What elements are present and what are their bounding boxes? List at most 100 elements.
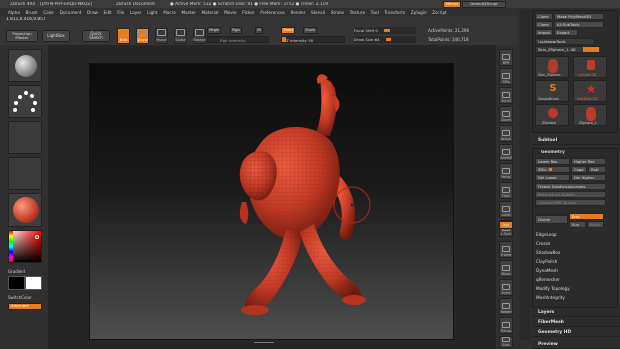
focal-shift-handle[interactable] [384, 29, 390, 32]
draw-button[interactable]: Draw [136, 28, 149, 44]
main-color-swatch[interactable] [8, 276, 25, 290]
menu-light[interactable]: Light [147, 10, 157, 15]
move-button[interactable]: Move [155, 28, 168, 44]
m-button[interactable]: M [255, 27, 263, 34]
menu-draw[interactable]: Draw [87, 10, 98, 15]
tool-panel-scroll[interactable] [520, 10, 530, 340]
lower-res-button[interactable]: Lower Res [535, 158, 570, 165]
geometry-section-shadowbox[interactable]: ShadowBox [536, 250, 560, 255]
freeze-subdivision-button[interactable]: Freeze SubdivisionLevels [535, 183, 606, 190]
rgb-intensity-slider[interactable]: Rgb Intensity [207, 36, 269, 43]
z-intensity-slider[interactable]: Z Intensity 18 [281, 36, 345, 43]
geometry-section-modify-topology[interactable]: Modify Topology [536, 286, 570, 291]
menu-edit[interactable]: Edit [104, 10, 112, 15]
shelf-zoom[interactable]: Zoom [499, 106, 513, 123]
shelf-bpr[interactable]: BPR [499, 49, 513, 66]
secondary-color-swatch[interactable] [25, 276, 42, 290]
alpha-slot[interactable] [8, 121, 42, 154]
import-button[interactable]: Import [535, 29, 553, 36]
shelf-aahalf[interactable]: AAHalf [499, 144, 513, 161]
preview-section[interactable]: Preview [532, 340, 620, 349]
shelf-scroll[interactable]: Scroll [499, 87, 513, 104]
projection-master-button[interactable]: Projection Master [6, 30, 38, 42]
tool-thumb-simplebrush[interactable]: S SimpleBrush [535, 80, 569, 102]
menu-stroke[interactable]: Stroke [331, 10, 344, 15]
clone-button[interactable]: Clone [535, 13, 553, 20]
mrgb-button[interactable]: Mrgb [207, 27, 221, 34]
rgb-button[interactable]: Rgb [230, 27, 242, 34]
edit-button[interactable]: Edit [117, 28, 130, 44]
menu-macro[interactable]: Macro [163, 10, 176, 15]
menu-marker[interactable]: Marker [181, 10, 195, 15]
menu-zscript[interactable]: Zscript [432, 10, 447, 15]
sculpt-model[interactable] [90, 64, 455, 341]
del-lower-button[interactable]: Del Lower [535, 174, 570, 181]
shelf-persp[interactable]: Persp [499, 163, 513, 180]
sdiv-slider[interactable]: SDiv 1 [535, 166, 570, 173]
shelf-frame[interactable]: Frame [499, 241, 513, 258]
geometry-header[interactable]: Geometry [541, 150, 565, 155]
menu-layer[interactable]: Layer [130, 10, 142, 15]
menu-stencil[interactable]: Stencil [311, 10, 325, 15]
menu-color[interactable]: Color [43, 10, 54, 15]
focal-shift-slider[interactable]: Focal Shift 0 [354, 27, 416, 34]
quick-sketch-button[interactable]: Quick Sketch [82, 30, 110, 42]
tool-thumb-skin-zsphere[interactable]: Skin_ZSphere [535, 56, 569, 78]
tool-thumb-zsphere[interactable]: ZSphere [535, 104, 569, 126]
stroke-slot[interactable] [8, 85, 42, 118]
menu-preferences[interactable]: Preferences [260, 10, 285, 15]
divide-button[interactable]: Divide [535, 215, 568, 224]
rstr-button[interactable]: Rstr [588, 166, 606, 173]
export-button[interactable]: Export [554, 29, 578, 36]
clone-subtools-button[interactable]: Clone [535, 21, 553, 28]
menu-zplugin[interactable]: Zplugin [411, 10, 427, 15]
lightbox-tools-button[interactable]: Lightbox▸Tools [535, 38, 595, 45]
alternate-button[interactable]: Alternate [8, 303, 42, 310]
shelf-floor[interactable]: Floor [499, 182, 513, 199]
gradient-label[interactable]: Gradient [8, 269, 25, 274]
shelf-move[interactable]: Move [499, 260, 513, 277]
reuv-button[interactable]: ReUV [587, 221, 604, 228]
fibermesh-section[interactable]: FiberMesh [532, 319, 620, 327]
rotate-button[interactable]: Rotate [193, 28, 206, 44]
geometry-section-qremesher[interactable]: qRemesher [536, 277, 560, 282]
zsub-button[interactable]: Zsub [303, 27, 317, 34]
geometry-section-dynamesh[interactable]: DynaMesh [536, 268, 558, 273]
convert-bpr-button[interactable]: Convert BPR To Geo [535, 199, 606, 206]
menu-brush[interactable]: Brush [26, 10, 38, 15]
canvas-bottom-arrows[interactable] [254, 342, 274, 346]
all-subtools-button[interactable]: All SubTools [554, 21, 604, 28]
menu-material[interactable]: Material [202, 10, 219, 15]
sdiv-slider-handle[interactable] [549, 168, 552, 171]
del-higher-button[interactable]: Del Higher [571, 174, 606, 181]
geometry-section-edgeloop[interactable]: EdgeLoop [536, 232, 557, 237]
switch-color-label[interactable]: SwitchColor [8, 295, 32, 300]
hue-strip[interactable] [9, 231, 13, 262]
higher-res-button[interactable]: Higher Res [571, 158, 606, 165]
shelf-transp[interactable]: Transp [499, 317, 513, 334]
menu-document[interactable]: Document [60, 10, 82, 15]
make-polymesh3d-button[interactable]: Make PolyMesh3D [554, 13, 604, 20]
menu-movie[interactable]: Movie [224, 10, 236, 15]
default-zscript-button[interactable]: DefaultZScript [462, 0, 506, 8]
zadd-button[interactable]: Zadd [281, 27, 295, 34]
suv-button[interactable]: Suv [569, 221, 586, 228]
shelf-actual[interactable]: Actual [499, 125, 513, 142]
color-picker-cursor[interactable] [35, 235, 39, 239]
tool-thumb-zsphere-1[interactable]: ZSphere_1 [573, 104, 607, 126]
brush-slot[interactable] [8, 49, 42, 82]
texture-slot[interactable] [8, 157, 42, 190]
color-picker[interactable] [8, 230, 42, 263]
shelf-spix[interactable]: SPix [499, 68, 513, 85]
scale-button[interactable]: Scale [174, 28, 187, 44]
cage-button[interactable]: Cage [571, 166, 587, 173]
menus-button[interactable]: Menus [443, 0, 461, 8]
menu-transform[interactable]: Transform [384, 10, 405, 15]
draw-size-handle[interactable] [386, 38, 391, 41]
draw-size-slider[interactable]: Draw Size 64 [354, 36, 416, 43]
geometry-section-meshintegrity[interactable]: MeshIntegrity [536, 295, 565, 300]
layers-section[interactable]: Layers [532, 309, 620, 317]
menu-file[interactable]: File [117, 10, 124, 15]
material-slot[interactable] [8, 193, 42, 227]
document-canvas[interactable] [89, 63, 454, 340]
